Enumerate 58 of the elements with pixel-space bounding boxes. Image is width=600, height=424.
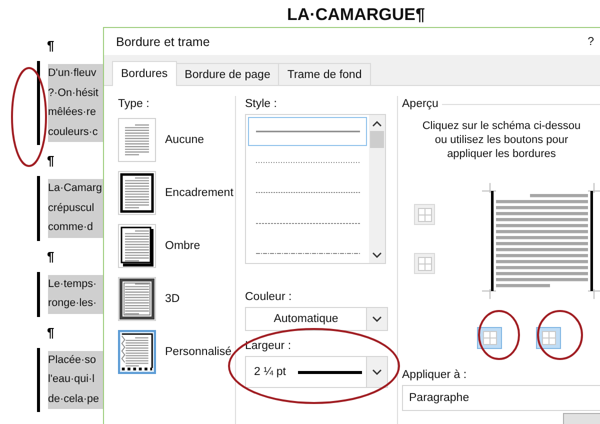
dialog-title: Bordure et trame [116, 34, 210, 48]
border-grid-icon [542, 331, 556, 345]
preview-label: Aperçu [402, 98, 438, 111]
preview-drawing[interactable] [482, 183, 600, 299]
scrollbar[interactable] [369, 115, 385, 263]
pilcrow-mark: ¶ [47, 248, 54, 264]
scrollbar-thumb[interactable] [370, 131, 384, 148]
pilcrow-mark: ¶ [47, 153, 54, 168]
border-type-label[interactable]: Ombre [165, 240, 200, 252]
border-type-label[interactable]: 3D [165, 292, 180, 304]
document-title: LA·CAMARGUE¶ [286, 4, 426, 26]
line-sample-icon [298, 370, 362, 374]
style-label: Style : [245, 98, 278, 111]
border-toggle-button[interactable] [414, 253, 435, 274]
border-toggle-button[interactable] [477, 327, 502, 349]
border-type-icon[interactable] [118, 276, 156, 320]
help-button[interactable]: ? [588, 36, 594, 48]
apply-to-value: Paragraphe [409, 392, 470, 404]
scroll-down-icon[interactable] [372, 252, 382, 259]
annotation-circle [537, 310, 583, 360]
border-type-label[interactable]: Personnalisé [165, 346, 232, 358]
color-dropdown[interactable]: Automatique [245, 307, 388, 331]
paragraph-text: Placée·so l'eau·qui·l de·cela·pe [48, 350, 106, 409]
border-toggle-button[interactable] [414, 204, 435, 225]
line-style-icon [256, 130, 360, 133]
apply-to-label: Appliquer à : [402, 369, 468, 382]
width-label: Largeur : [245, 340, 292, 353]
border-type-label[interactable]: Encadrement [165, 186, 234, 198]
border-type-label[interactable]: Aucune [165, 134, 204, 146]
line-style-icon [256, 191, 360, 194]
border-grid-icon [418, 256, 432, 270]
border-type-icon[interactable] [118, 330, 156, 374]
color-value: Automatique [274, 313, 338, 325]
border-toggle-button[interactable] [536, 327, 561, 349]
tab[interactable]: Bordures [112, 61, 177, 86]
instruction-text: Cliquez sur le schéma ci-dessou ou utilisez les boutons pour appliquer les bordures [421, 119, 582, 161]
line-style-icon [256, 160, 360, 164]
type-label: Type : [118, 98, 150, 111]
width-dropdown[interactable]: 2 ¼ pt [245, 356, 388, 388]
apply-to-dropdown[interactable]: Paragraphe [402, 385, 600, 411]
border-grid-icon [418, 208, 432, 222]
line-style-option[interactable] [248, 117, 367, 146]
tab[interactable]: Trame de fond [278, 63, 371, 85]
line-style-icon [256, 252, 360, 255]
border-grid-icon [482, 331, 496, 345]
width-value: 2 ¼ pt [254, 366, 286, 378]
scroll-up-icon[interactable] [372, 120, 382, 127]
paragraph-text: La·Camarg crépuscul comme·d [48, 179, 106, 238]
chevron-down-icon[interactable] [372, 368, 382, 376]
pilcrow-mark: ¶ [47, 38, 54, 53]
paragraph-text: D'un·fleuv ?·On·hésit mêlées·re couleurs·c [48, 64, 106, 142]
line-style-icon [256, 222, 360, 224]
dialog-button[interactable] [563, 412, 600, 424]
pilcrow-mark: ¶ [47, 324, 54, 340]
annotation-circle [478, 310, 520, 360]
paragraph-text: Le·temps· ronge·les· [48, 274, 106, 314]
chevron-down-icon[interactable] [372, 316, 382, 322]
color-label: Couleur : [245, 291, 293, 304]
